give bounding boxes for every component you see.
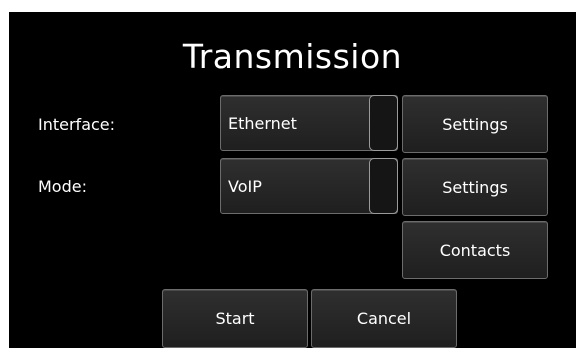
interface-settings-button[interactable]: Settings bbox=[402, 95, 548, 153]
mode-selected-value: VoIP bbox=[228, 176, 262, 196]
interface-label: Interface: bbox=[38, 115, 116, 134]
transmission-dialog: Transmission Interface: Ethernet Setting… bbox=[9, 12, 576, 348]
start-button[interactable]: Start bbox=[162, 289, 308, 348]
contacts-button[interactable]: Contacts bbox=[402, 221, 548, 279]
mode-dropdown-toggle[interactable] bbox=[369, 158, 398, 214]
cancel-button[interactable]: Cancel bbox=[311, 289, 457, 348]
interface-dropdown-toggle[interactable] bbox=[369, 95, 398, 151]
mode-settings-button[interactable]: Settings bbox=[402, 158, 548, 216]
dialog-title: Transmission bbox=[182, 37, 403, 76]
interface-selected-value: Ethernet bbox=[228, 113, 297, 133]
mode-label: Mode: bbox=[38, 177, 87, 196]
interface-dropdown[interactable]: Ethernet bbox=[220, 95, 398, 151]
mode-dropdown[interactable]: VoIP bbox=[220, 158, 398, 214]
